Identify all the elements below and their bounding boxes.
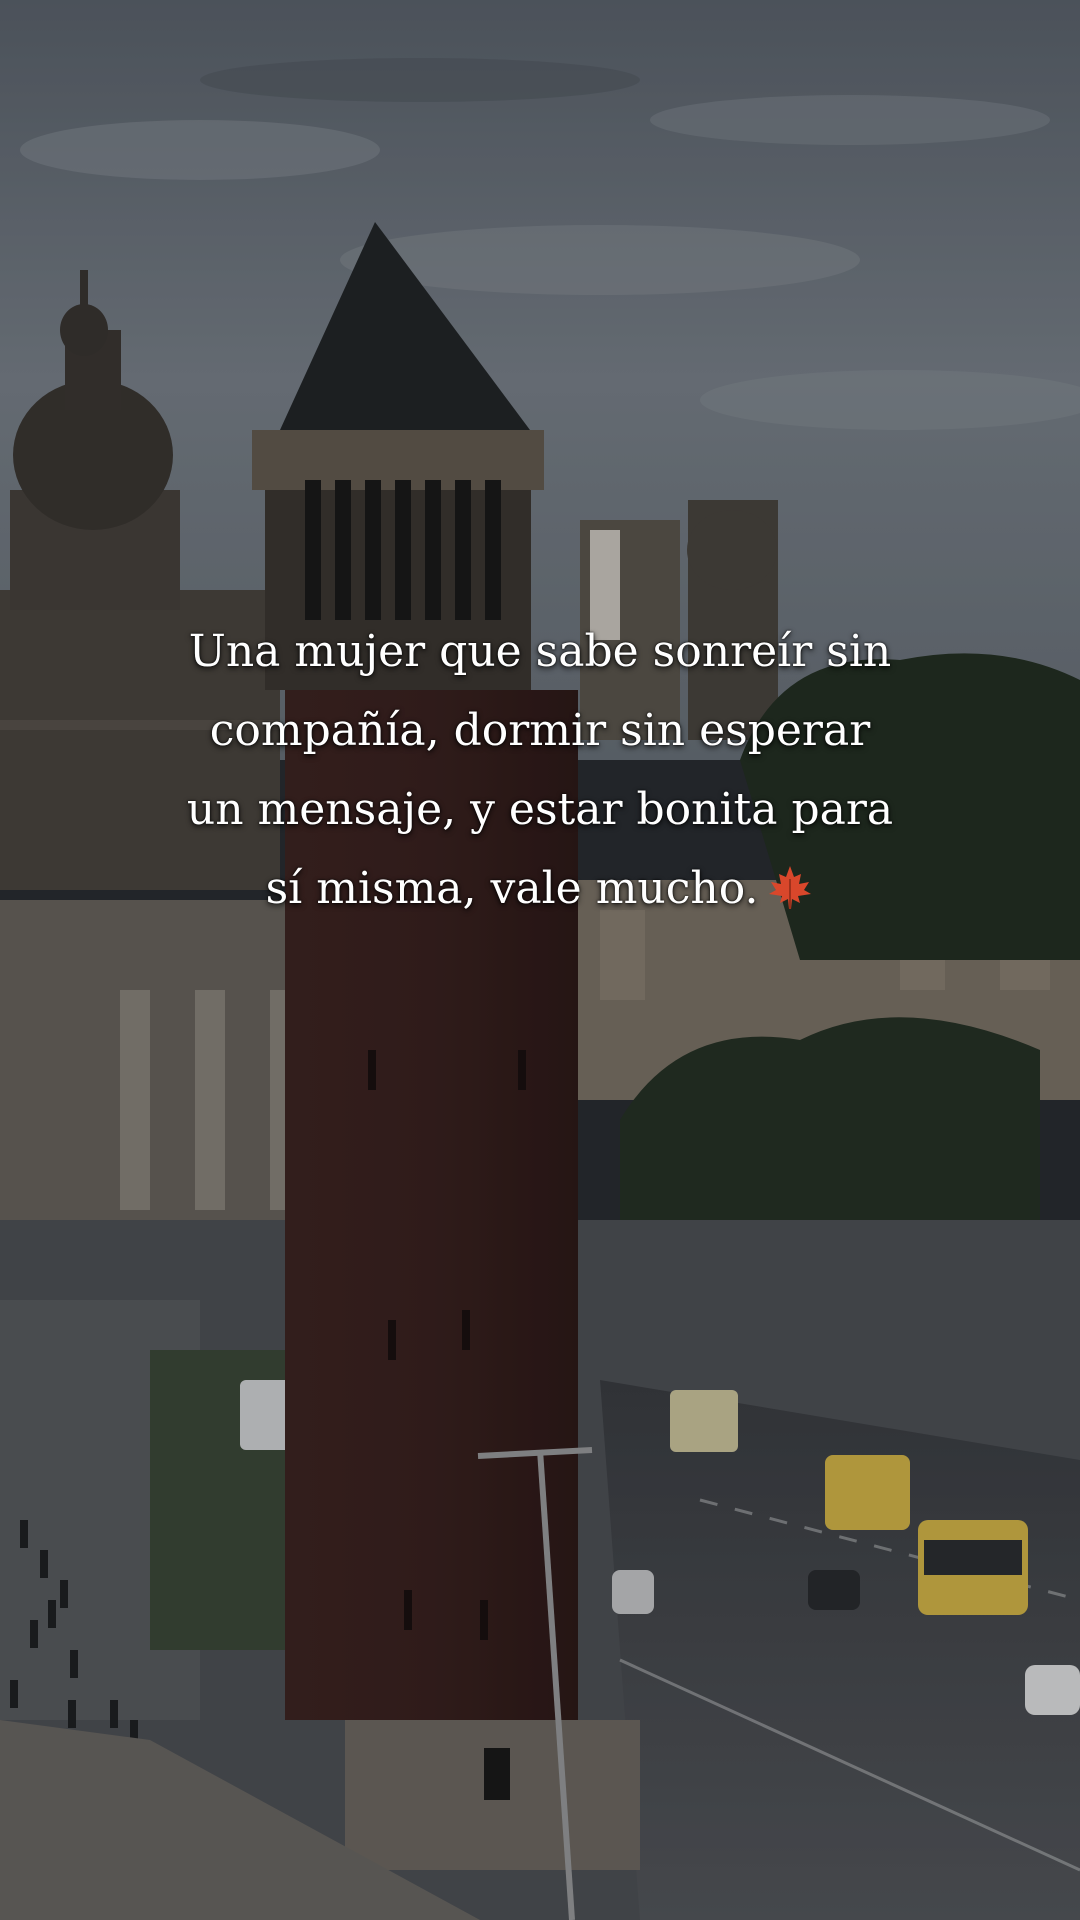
caption-line: sí misma, vale mucho. <box>265 863 759 914</box>
caption-text: Una mujer que sabe sonreír sin compañía,… <box>60 612 1020 928</box>
caption-line: compañía, dormir sin esperar <box>209 705 871 756</box>
caption-line-last: sí misma, vale mucho. <box>60 849 1020 928</box>
caption-line: Una mujer que sabe sonreír sin <box>188 626 892 677</box>
background-photo <box>0 0 1080 1920</box>
caption-line: un mensaje, y estar bonita para <box>186 784 894 835</box>
maple-leaf-icon <box>766 857 814 909</box>
